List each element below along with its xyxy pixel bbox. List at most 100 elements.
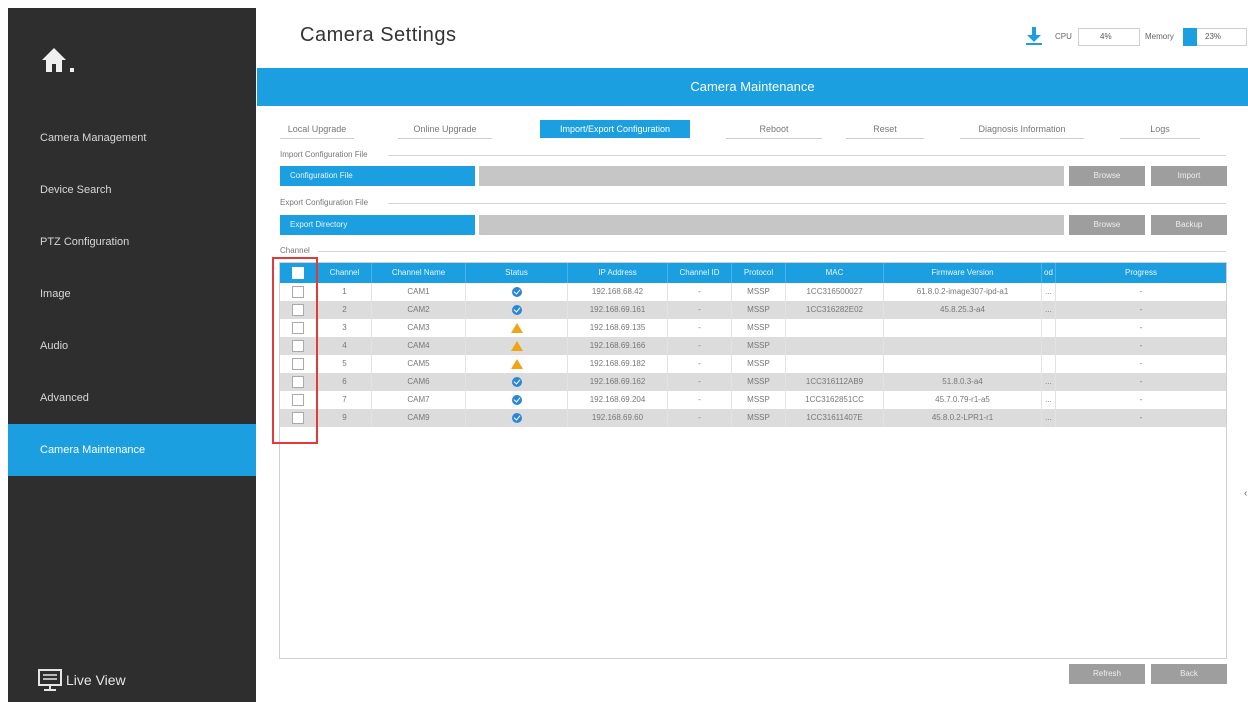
cell-mac: 1CC31611407E [786,409,884,427]
scroll-indicator: ‹ [1244,488,1248,499]
table-row[interactable]: 4 CAM4 192.168.69.166- MSSP - [280,337,1226,355]
cell-progress: - [1139,413,1143,422]
table-row[interactable]: 1 CAM1 192.168.68.42- MSSP 1CC316500027 61.8.… [280,283,1226,301]
table-row[interactable]: 6 CAM6 192.168.69.162- MSSP 1CC316112AB9 51.8… [280,373,1226,391]
sidebar-item-image[interactable]: Image [8,268,256,320]
tab-local-upgrade[interactable]: Local Upgrade [280,120,354,139]
cell-channel-id: - [668,301,732,319]
tab-reboot[interactable]: Reboot [726,120,822,139]
cell-firmware [884,319,1042,337]
tab-logs[interactable]: Logs [1120,120,1200,139]
cell-protocol: MSSP [732,409,786,427]
cell-od: ... [1042,301,1056,319]
tab-diagnosis-information[interactable]: Diagnosis Information [960,120,1084,139]
cell-firmware [884,337,1042,355]
cell-ip: 192.168.69.161 [568,301,668,319]
sidebar-item-audio[interactable]: Audio [8,320,256,372]
sidebar-item-camera-maintenance[interactable]: Camera Maintenance [8,424,256,476]
column-header: od [1042,263,1056,283]
status-ok-icon [511,304,522,315]
cell-mac [786,319,884,337]
status-cell [466,373,568,391]
sidebar-item-camera-management[interactable]: Camera Management [8,112,256,164]
status-cell [466,301,568,319]
cell-name: CAM5 [372,355,466,373]
status-cell [466,409,568,427]
configuration-file-label: Configuration File [280,166,475,186]
import-button[interactable]: Import [1151,166,1227,186]
highlight-box [272,257,318,444]
status-cell [466,337,568,355]
cell-channel: 1 [318,283,372,301]
warning-icon [510,340,523,351]
cell-firmware: 51.8.0.3-a4 [884,373,1042,391]
table-row[interactable]: 5 CAM5 192.168.69.182- MSSP - [280,355,1226,373]
cell-channel-id: - [668,355,732,373]
status-ok-icon [511,286,522,297]
table-row[interactable]: 3 CAM3 192.168.69.135- MSSP - [280,319,1226,337]
cell-channel: 4 [318,337,372,355]
table-row[interactable]: 9 CAM9 192.168.69.60- MSSP 1CC31611407E 45.8.… [280,409,1226,427]
export-directory-label: Export Directory [280,215,475,235]
cell-od: ... [1042,409,1056,427]
import-browse-button[interactable]: Browse [1069,166,1145,186]
back-button[interactable]: Back [1151,664,1227,684]
memory-usage-fill [1183,28,1197,46]
configuration-file-input[interactable] [479,166,1064,186]
cell-firmware: 45.8.25.3-a4 [884,301,1042,319]
column-header: Progress [1124,268,1157,277]
backup-button[interactable]: Backup [1151,215,1227,235]
cpu-value: 4% [1100,32,1112,41]
cell-progress: - [1139,395,1143,404]
cell-protocol: MSSP [732,337,786,355]
divider [318,251,1226,252]
cell-od: ... [1042,391,1056,409]
column-header: MAC [786,263,884,283]
channel-table: Channel Channel Name Status IP Address C… [279,262,1227,659]
cell-od: ... [1042,373,1056,391]
cell-channel: 5 [318,355,372,373]
live-view-label: Live View [66,672,126,688]
export-directory-input[interactable] [479,215,1064,235]
cell-mac: 1CC316500027 [786,283,884,301]
export-browse-button[interactable]: Browse [1069,215,1145,235]
tab-import-export-configuration[interactable]: Import/Export Configuration [540,120,690,138]
cell-firmware: 45.7.0.79-r1-a5 [884,391,1042,409]
refresh-button[interactable]: Refresh [1069,664,1145,684]
cell-firmware: 45.8.0.2-LPR1-r1 [884,409,1042,427]
cell-name: CAM4 [372,337,466,355]
cell-od [1042,319,1056,337]
cell-mac [786,355,884,373]
cell-channel-id: - [668,391,732,409]
cell-ip: 192.168.69.135 [568,319,668,337]
table-row[interactable]: 7 CAM7 192.168.69.204- MSSP 1CC3162851CC 45.7… [280,391,1226,409]
sidebar-item-advanced[interactable]: Advanced [8,372,256,424]
home-icon[interactable] [40,44,80,78]
cell-progress: - [1139,359,1143,368]
cell-name: CAM6 [372,373,466,391]
cell-mac [786,337,884,355]
table-row[interactable]: 2 CAM2 192.168.69.161- MSSP 1CC316282E02 45.8… [280,301,1226,319]
column-header: IP Address [568,263,668,283]
cell-name: CAM9 [372,409,466,427]
column-header: Channel [318,263,372,283]
import-section-title: Import Configuration File [280,150,368,159]
status-ok-icon [511,376,522,387]
status-ok-icon [511,394,522,405]
cell-progress: - [1139,287,1143,296]
status-cell [466,319,568,337]
cell-od: ... [1042,283,1056,301]
sidebar-item-ptz-configuration[interactable]: PTZ Configuration [8,216,256,268]
live-view-button[interactable]: Live View [38,668,126,692]
cell-protocol: MSSP [732,319,786,337]
tab-online-upgrade[interactable]: Online Upgrade [398,120,492,139]
cell-name: CAM2 [372,301,466,319]
sidebar-item-device-search[interactable]: Device Search [8,164,256,216]
cell-mac: 1CC316112AB9 [786,373,884,391]
memory-label: Memory [1145,32,1174,41]
cell-od [1042,337,1056,355]
cell-channel: 6 [318,373,372,391]
download-icon[interactable] [1024,26,1044,46]
tab-reset[interactable]: Reset [846,120,924,139]
column-header: Firmware Version [884,263,1042,283]
